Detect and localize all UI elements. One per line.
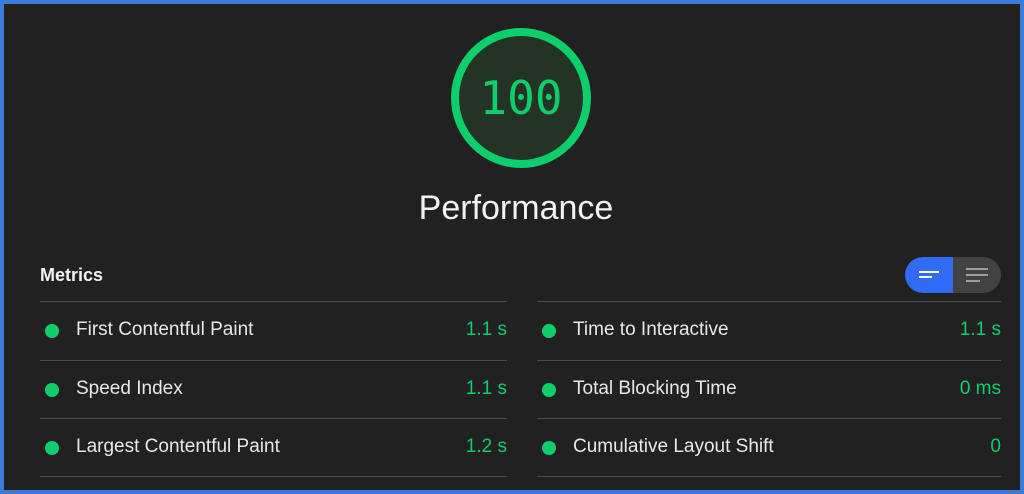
pass-indicator-icon (45, 382, 59, 397)
toggle-expanded-view[interactable] (953, 257, 1001, 293)
pass-indicator-icon (542, 441, 556, 455)
metric-row: Total Blocking Time 0 ms (537, 359, 1001, 419)
metric-label: Time to Interactive (573, 319, 729, 340)
metric-row: Largest Contentful Paint 1.2 s (40, 418, 507, 477)
lighthouse-report: 100 Performance Metrics First Contentful… (0, 0, 1024, 494)
pass-indicator-icon (45, 441, 59, 455)
gauge-title: Performance (418, 189, 614, 227)
lines-collapsed-icon (919, 271, 939, 278)
pass-indicator-icon (542, 382, 556, 397)
pass-indicator-icon (542, 324, 556, 338)
performance-gauge[interactable]: 100 (447, 24, 595, 172)
metrics-column-right: Time to Interactive 1.1 s Total Blocking… (537, 301, 1001, 477)
performance-score: 100 (479, 71, 563, 125)
toggle-collapsed-view[interactable] (905, 257, 953, 293)
metric-row: Time to Interactive 1.1 s (537, 301, 1001, 360)
metric-value: 1.2 s (465, 436, 507, 457)
metric-value: 1.1 s (959, 319, 1001, 340)
metric-value: 0 (990, 436, 1001, 457)
metric-label: Total Blocking Time (573, 377, 737, 399)
metric-label: First Contentful Paint (76, 319, 254, 340)
metric-row: First Contentful Paint 1.1 s (40, 301, 507, 360)
metric-row: Cumulative Layout Shift 0 (537, 418, 1001, 477)
metric-value: 1.1 s (465, 377, 507, 399)
metric-label: Speed Index (76, 377, 183, 399)
metric-value: 0 ms (959, 377, 1001, 399)
metric-row: Speed Index 1.1 s (40, 359, 507, 419)
metrics-view-toggle[interactable] (905, 257, 1001, 293)
metrics-column-left: First Contentful Paint 1.1 s Speed Index… (40, 301, 507, 477)
pass-indicator-icon (45, 324, 59, 338)
metrics-header: Metrics (40, 265, 104, 285)
metric-label: Largest Contentful Paint (76, 436, 280, 457)
metric-label: Cumulative Layout Shift (573, 436, 774, 457)
lines-expanded-icon (966, 268, 988, 282)
metric-value: 1.1 s (465, 319, 507, 340)
